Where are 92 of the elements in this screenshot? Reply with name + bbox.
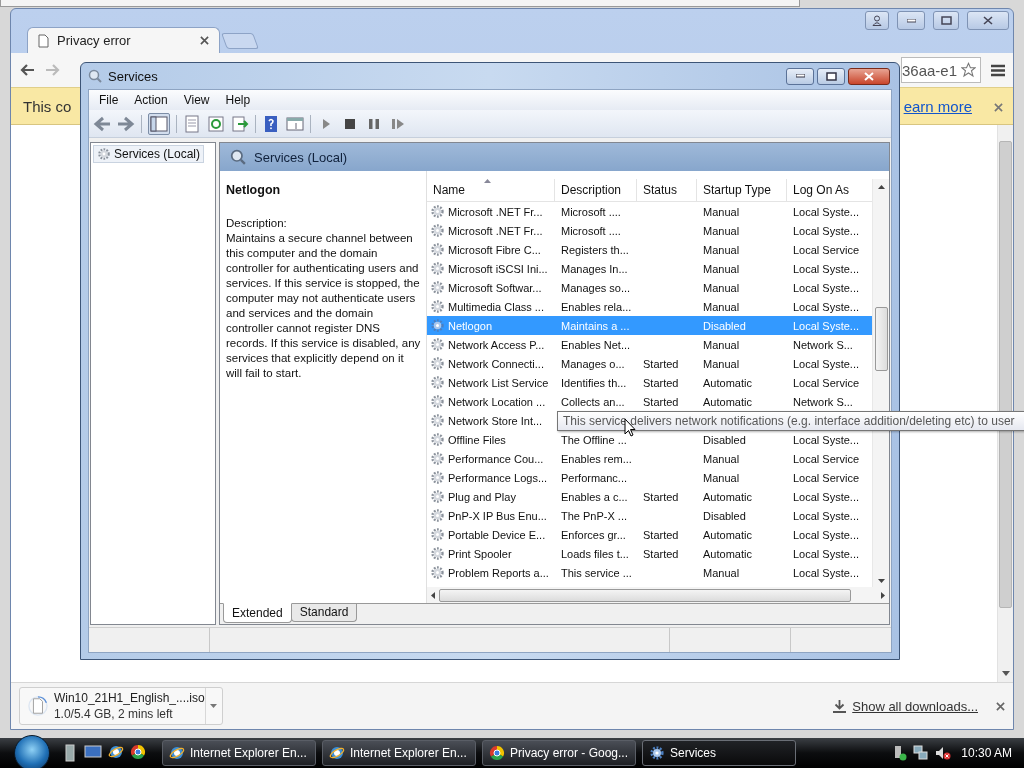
table-cell: Network Store Int... [448, 414, 543, 427]
table-cell-text: Manual [702, 338, 741, 351]
table-cell-text: Local Syste... [792, 205, 861, 218]
table-cell: Print Spooler [448, 547, 512, 560]
table-cell-text: Manual [702, 243, 741, 256]
table-cell: Network Connecti... [448, 357, 544, 370]
table-cell-text: Collects an... [560, 395, 626, 408]
table-cell-text: Local Syste... [792, 357, 861, 370]
table-cell: Microsoft .NET Fr... [448, 205, 543, 218]
table-cell-text: Manual [702, 566, 741, 579]
table-cell-text: Started [642, 395, 680, 408]
table-cell-text: Local Service [792, 452, 861, 465]
table-cell: Portable Device E... [448, 528, 546, 541]
table-cell-text: Enables rela... [560, 300, 633, 313]
table-cell-text: The PnP-X ... [560, 509, 629, 522]
table-cell-text: Disabled [702, 319, 747, 332]
table-cell: Performance Cou... [448, 452, 544, 465]
table-cell-text: Microsoft .... [560, 205, 622, 218]
window-title: Services [108, 68, 158, 84]
table-cell-text: Automatic [702, 528, 753, 541]
tooltip: This service delivers network notifications (e.g. interface addition/deleting etc) to user [557, 411, 1024, 431]
table-cell-text: Started [642, 490, 680, 503]
table-cell-text: Performanc... [560, 471, 629, 484]
table-cell: Netlogon [448, 319, 493, 332]
table-cell-text: Started [642, 528, 680, 541]
table-cell-text: Local Syste... [792, 490, 861, 503]
table-cell-text: Local Syste... [792, 528, 861, 541]
table-cell-text: The Offline ... [560, 433, 628, 446]
table-cell-text: Automatic [702, 547, 753, 560]
table-cell-text: Manual [702, 224, 741, 237]
table-cell-text: This service ... [560, 566, 633, 579]
table-cell-text: Automatic [702, 376, 753, 389]
table-cell-text: Local Service [792, 376, 861, 389]
table-cell-text: Network S... [792, 338, 854, 351]
table-cell-text: Automatic [702, 490, 753, 503]
table-cell-text: Network S... [792, 395, 854, 408]
infobar-text: This co [23, 97, 72, 115]
table-cell-text: Enables rem... [560, 452, 633, 465]
table-cell: Plug and Play [448, 490, 516, 503]
table-cell-text: Enables a c... [560, 490, 629, 503]
service-name: Netlogon [226, 183, 282, 198]
table-cell-text: Local Syste... [792, 224, 861, 237]
table-cell: Network Location ... [448, 395, 546, 408]
table-cell: Network Access P... [448, 338, 545, 351]
table-cell-text: Started [642, 357, 680, 370]
file-name: Win10_21H1_English_....iso [53, 691, 205, 705]
table-cell-text: Disabled [702, 509, 747, 522]
description-text: Maintains a secure channel between this computer and the domain controller for authenticating users and services. If this service is stopped, the computer may not authenticate users and services and the domain controller cannot register DNS records. If this service is disabled, any services that explicitly depend on it will fail to start. [226, 231, 422, 381]
table-cell-text: Microsoft .... [560, 224, 622, 237]
table-cell-text: Enables Net... [560, 338, 632, 351]
table-cell-text: Local Syste... [792, 300, 861, 313]
table-cell: Microsoft Softwar... [448, 281, 542, 294]
table-cell: Multimedia Class ... [448, 300, 544, 313]
table-cell-text: Enforces gr... [560, 528, 627, 541]
table-cell-text: Disabled [702, 433, 747, 446]
description-label: Description: [226, 216, 288, 231]
table-cell: Microsoft Fibre C... [448, 243, 541, 256]
table-cell-text: Local Syste... [792, 319, 861, 332]
table-cell: Network List Service [448, 376, 549, 389]
table-cell-text: Maintains a ... [560, 319, 631, 332]
table-cell-text: Loads files t... [560, 547, 630, 560]
table-cell: Microsoft .NET Fr... [448, 224, 543, 237]
table-cell-text: Local Service [792, 471, 861, 484]
table-cell: Performance Logs... [448, 471, 548, 484]
table-cell-text: Local Service [792, 243, 861, 256]
table-cell: PnP-X IP Bus Enu... [448, 509, 547, 522]
table-cell-text: Registers th... [560, 243, 630, 256]
table-cell-text: Local Syste... [792, 433, 861, 446]
table-cell-text: Manages so... [560, 281, 632, 294]
table-cell: Problem Reports a... [448, 566, 549, 579]
table-cell-text: Started [642, 547, 680, 560]
table-cell-text: Local Syste... [792, 547, 861, 560]
table-cell-text: Manual [702, 471, 741, 484]
table-cell-text: Manual [702, 281, 741, 294]
table-cell-text: Local Syste... [792, 262, 861, 275]
table-cell-text: Started [642, 376, 680, 389]
table-cell: Offline Files [448, 433, 506, 446]
table-cell-text: Manages o... [560, 357, 626, 370]
table-cell-text: Local Syste... [792, 566, 861, 579]
table-cell-text: Manual [702, 452, 741, 465]
table-cell-text: Manages In... [560, 262, 629, 275]
table-cell-text: Manual [702, 300, 741, 313]
table-cell-text: Manual [702, 205, 741, 218]
table-cell-text: Local Syste... [792, 509, 861, 522]
table-cell-text: Manual [702, 357, 741, 370]
download-status-text: 1.0/5.4 GB, 2 mins left [53, 707, 174, 721]
table-cell-text: Manual [702, 262, 741, 275]
table-cell: Microsoft iSCSI Ini... [448, 262, 548, 275]
table-cell-text: Local Syste... [792, 281, 861, 294]
pane-title: Services (Local) [254, 149, 348, 165]
table-cell-text: Automatic [702, 395, 753, 408]
table-cell-text: Identifies th... [560, 376, 628, 389]
